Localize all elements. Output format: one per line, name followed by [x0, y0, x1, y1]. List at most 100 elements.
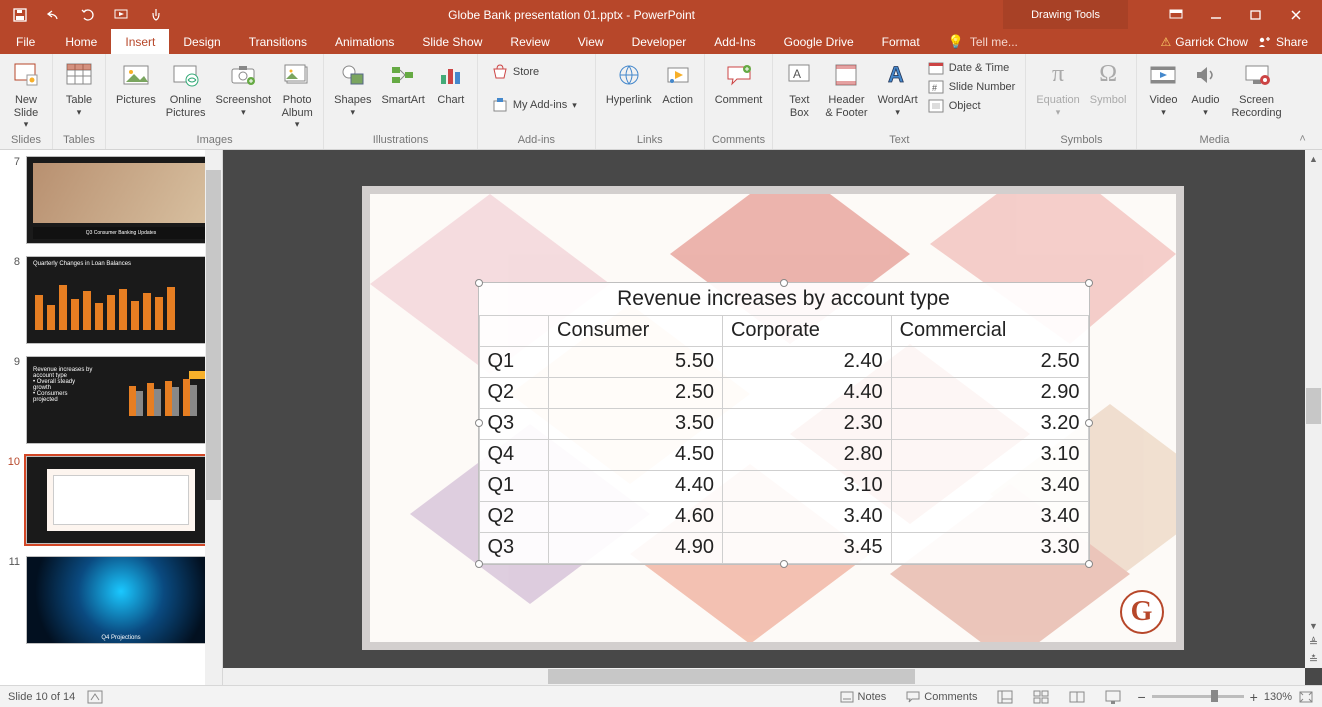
- hyperlink-button[interactable]: Hyperlink: [602, 57, 656, 109]
- screenshot-button[interactable]: Screenshot▾: [212, 57, 276, 119]
- tell-me-search[interactable]: 💡 Tell me...: [934, 29, 1161, 54]
- cell[interactable]: 2.50: [549, 377, 723, 408]
- fit-to-window-icon[interactable]: [1298, 690, 1314, 704]
- my-addins-button[interactable]: My Add-ins ▾: [488, 96, 581, 114]
- scroll-down-icon[interactable]: ▼: [1305, 617, 1322, 634]
- slide-canvas[interactable]: Revenue increases by account type Consum…: [362, 186, 1184, 650]
- notes-button[interactable]: Notes: [836, 691, 891, 703]
- row-label[interactable]: Q3: [479, 532, 549, 563]
- zoom-handle[interactable]: [1211, 690, 1218, 702]
- prev-slide-icon[interactable]: ≜: [1305, 634, 1322, 651]
- row-label[interactable]: Q1: [479, 470, 549, 501]
- hscroll-handle[interactable]: [548, 669, 916, 684]
- tab-transitions[interactable]: Transitions: [235, 29, 321, 54]
- cell[interactable]: 4.50: [549, 439, 723, 470]
- data-table[interactable]: Consumer Corporate Commercial Q15.502.40…: [479, 315, 1089, 564]
- tab-developer[interactable]: Developer: [618, 29, 701, 54]
- tab-home[interactable]: Home: [51, 29, 111, 54]
- chart-button[interactable]: Chart: [431, 57, 471, 109]
- cell[interactable]: 3.45: [722, 532, 891, 563]
- zoom-level[interactable]: 130%: [1264, 691, 1292, 703]
- slide-sorter-icon[interactable]: [1029, 690, 1053, 704]
- table-row[interactable]: Q34.903.453.30: [479, 532, 1088, 563]
- th-corporate[interactable]: Corporate: [722, 315, 891, 346]
- new-slide-button[interactable]: New Slide▾: [6, 57, 46, 132]
- maximize-icon[interactable]: [1238, 5, 1274, 25]
- th-blank[interactable]: [479, 315, 549, 346]
- action-button[interactable]: Action: [658, 57, 698, 109]
- thumbnail-10[interactable]: 10: [0, 450, 222, 550]
- redo-icon[interactable]: [78, 5, 98, 25]
- comments-button[interactable]: Comments: [902, 691, 981, 703]
- cell[interactable]: 4.40: [722, 377, 891, 408]
- table-row[interactable]: Q14.403.103.40: [479, 470, 1088, 501]
- thumbnail-9[interactable]: 9 Revenue increases by account type• Ove…: [0, 350, 222, 450]
- photo-album-button[interactable]: Photo Album▾: [277, 57, 317, 132]
- cell[interactable]: 3.40: [722, 501, 891, 532]
- cell[interactable]: 3.40: [891, 501, 1088, 532]
- row-label[interactable]: Q4: [479, 439, 549, 470]
- table-row[interactable]: Q24.603.403.40: [479, 501, 1088, 532]
- cell[interactable]: 3.40: [891, 470, 1088, 501]
- cell[interactable]: 4.40: [549, 470, 723, 501]
- tab-google-drive[interactable]: Google Drive: [770, 29, 868, 54]
- start-from-beginning-icon[interactable]: [112, 5, 132, 25]
- slide-counter[interactable]: Slide 10 of 14: [8, 691, 75, 703]
- cell[interactable]: 2.40: [722, 346, 891, 377]
- table-row[interactable]: Q15.502.402.50: [479, 346, 1088, 377]
- zoom-out-button[interactable]: −: [1137, 689, 1145, 705]
- header-footer-button[interactable]: Header & Footer: [821, 57, 871, 121]
- thumbs-scrollbar[interactable]: [205, 150, 222, 685]
- cell[interactable]: 2.80: [722, 439, 891, 470]
- th-consumer[interactable]: Consumer: [549, 315, 723, 346]
- comment-button[interactable]: Comment: [711, 57, 767, 109]
- slide-number-button[interactable]: #Slide Number: [924, 78, 1020, 96]
- date-time-button[interactable]: Date & Time: [924, 59, 1020, 77]
- screen-recording-button[interactable]: Screen Recording: [1227, 57, 1285, 121]
- slide-thumbnails[interactable]: 7 Q3 Consumer Banking Updates 8 Quarterl…: [0, 150, 223, 685]
- thumbnail-11[interactable]: 11 Q4 Projections: [0, 550, 222, 650]
- cell[interactable]: 4.60: [549, 501, 723, 532]
- touch-mode-icon[interactable]: [146, 5, 166, 25]
- th-commercial[interactable]: Commercial: [891, 315, 1088, 346]
- symbol-button[interactable]: ΩSymbol: [1086, 57, 1131, 109]
- cell[interactable]: 2.30: [722, 408, 891, 439]
- object-button[interactable]: Object: [924, 97, 1020, 115]
- equation-button[interactable]: πEquation▾: [1032, 57, 1083, 119]
- collapse-ribbon-icon[interactable]: ˄: [1292, 54, 1314, 149]
- tab-review[interactable]: Review: [496, 29, 563, 54]
- table-object[interactable]: Revenue increases by account type Consum…: [478, 282, 1090, 565]
- next-slide-icon[interactable]: ≛: [1305, 651, 1322, 668]
- save-icon[interactable]: [10, 5, 30, 25]
- tab-insert[interactable]: Insert: [111, 29, 169, 54]
- share-button[interactable]: Share: [1258, 35, 1308, 49]
- audio-button[interactable]: Audio▾: [1185, 57, 1225, 119]
- table-row[interactable]: Q22.504.402.90: [479, 377, 1088, 408]
- cell[interactable]: 4.90: [549, 532, 723, 563]
- scroll-up-icon[interactable]: ▲: [1305, 150, 1322, 167]
- slideshow-view-icon[interactable]: [1101, 690, 1125, 704]
- minimize-icon[interactable]: [1198, 5, 1234, 25]
- zoom-slider[interactable]: [1152, 695, 1244, 698]
- row-label[interactable]: Q2: [479, 377, 549, 408]
- text-box-button[interactable]: AText Box: [779, 57, 819, 121]
- smartart-button[interactable]: SmartArt: [377, 57, 428, 109]
- row-label[interactable]: Q1: [479, 346, 549, 377]
- tab-view[interactable]: View: [564, 29, 618, 54]
- pictures-button[interactable]: Pictures: [112, 57, 160, 109]
- cell[interactable]: 3.10: [722, 470, 891, 501]
- row-label[interactable]: Q2: [479, 501, 549, 532]
- account-user[interactable]: ⚠Garrick Chow: [1161, 35, 1248, 49]
- cell[interactable]: 3.10: [891, 439, 1088, 470]
- zoom-in-button[interactable]: +: [1250, 689, 1258, 705]
- thumbnail-8[interactable]: 8 Quarterly Changes in Loan Balances: [0, 250, 222, 350]
- tab-slide-show[interactable]: Slide Show: [408, 29, 496, 54]
- thumbnail-7[interactable]: 7 Q3 Consumer Banking Updates: [0, 150, 222, 250]
- vscroll-handle[interactable]: [1306, 388, 1321, 424]
- cell[interactable]: 5.50: [549, 346, 723, 377]
- tab-file[interactable]: File: [0, 29, 51, 54]
- table-title[interactable]: Revenue increases by account type: [479, 283, 1089, 315]
- reading-view-icon[interactable]: [1065, 690, 1089, 704]
- tab-add-ins[interactable]: Add-Ins: [700, 29, 769, 54]
- ribbon-options-icon[interactable]: [1158, 5, 1194, 25]
